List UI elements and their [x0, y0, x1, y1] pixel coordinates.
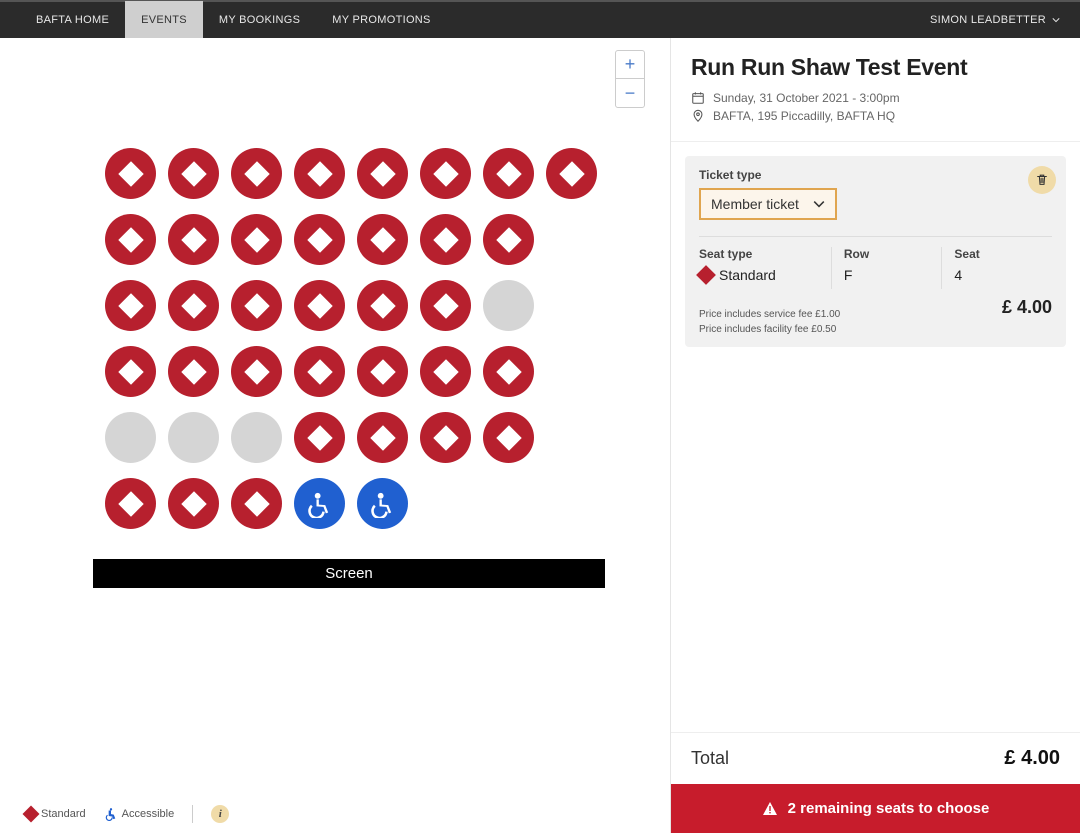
seat-standard[interactable]: [420, 346, 471, 397]
total-label: Total: [691, 748, 729, 769]
seat-standard[interactable]: [105, 214, 156, 265]
row-label: Row: [844, 247, 930, 261]
seat-unavailable[interactable]: [231, 412, 282, 463]
seat-standard[interactable]: [231, 346, 282, 397]
accessible-icon: [104, 807, 118, 821]
seat-unavailable[interactable]: [483, 280, 534, 331]
seat-standard[interactable]: [294, 412, 345, 463]
seat-standard[interactable]: [168, 280, 219, 331]
user-menu[interactable]: SIMON LEADBETTER: [930, 14, 1060, 26]
ticket-type-label: Ticket type: [699, 168, 1052, 182]
seat-standard[interactable]: [231, 478, 282, 529]
trash-icon: [1035, 173, 1049, 187]
seat-standard[interactable]: [231, 148, 282, 199]
seat-standard[interactable]: [546, 148, 597, 199]
seat-standard[interactable]: [483, 412, 534, 463]
seat-standard[interactable]: [105, 148, 156, 199]
seat-standard[interactable]: [420, 280, 471, 331]
seat-standard[interactable]: [420, 148, 471, 199]
nav-events[interactable]: EVENTS: [125, 1, 203, 39]
seat-standard[interactable]: [294, 280, 345, 331]
location-icon: [691, 109, 705, 123]
nav-my-promotions[interactable]: MY PROMOTIONS: [316, 1, 446, 39]
row-value: F: [844, 267, 930, 283]
seat-standard[interactable]: [168, 478, 219, 529]
zoom-out-button[interactable]: −: [616, 79, 644, 107]
seat-standard[interactable]: [105, 346, 156, 397]
seat-standard[interactable]: [294, 148, 345, 199]
seat-standard[interactable]: [294, 346, 345, 397]
seat-standard[interactable]: [168, 214, 219, 265]
event-date: Sunday, 31 October 2021 - 3:00pm: [713, 91, 900, 105]
seat-unavailable[interactable]: [105, 412, 156, 463]
seat-standard[interactable]: [357, 412, 408, 463]
legend: Standard Accessible i: [25, 805, 229, 823]
seat-standard[interactable]: [357, 148, 408, 199]
remaining-seats-banner[interactable]: 2 remaining seats to choose: [671, 784, 1080, 833]
calendar-icon: [691, 91, 705, 105]
event-header: Run Run Shaw Test Event Sunday, 31 Octob…: [671, 38, 1080, 142]
top-nav: BAFTA HOME EVENTS MY BOOKINGS MY PROMOTI…: [0, 0, 1080, 38]
seat-standard[interactable]: [168, 346, 219, 397]
ticket-card: Ticket type Member ticket Seat type Stan…: [685, 156, 1066, 347]
delete-ticket-button[interactable]: [1028, 166, 1056, 194]
total-bar: Total £ 4.00: [671, 732, 1080, 784]
seat-unavailable[interactable]: [168, 412, 219, 463]
seat-map: Screen: [0, 38, 670, 588]
warning-icon: [762, 801, 778, 817]
seat-standard[interactable]: [420, 412, 471, 463]
nav-bafta-home[interactable]: BAFTA HOME: [20, 1, 125, 39]
zoom-controls: + −: [615, 50, 645, 108]
seat-standard[interactable]: [168, 148, 219, 199]
standard-icon: [23, 806, 40, 823]
seat-standard[interactable]: [231, 214, 282, 265]
seat-accessible[interactable]: [357, 478, 408, 529]
seat-standard[interactable]: [105, 280, 156, 331]
seat-label: Seat: [954, 247, 1040, 261]
user-name: SIMON LEADBETTER: [930, 14, 1046, 26]
seat-type-label: Seat type: [699, 247, 819, 261]
seat-standard[interactable]: [105, 478, 156, 529]
event-venue: BAFTA, 195 Piccadilly, BAFTA HQ: [713, 109, 895, 123]
seat-standard[interactable]: [483, 214, 534, 265]
ticket-price: £ 4.00: [1002, 297, 1052, 318]
screen-label: Screen: [93, 559, 605, 588]
fee-note-1: Price includes service fee £1.00: [699, 307, 840, 322]
fee-note-2: Price includes facility fee £0.50: [699, 322, 840, 337]
nav-my-bookings[interactable]: MY BOOKINGS: [203, 1, 316, 39]
seat-standard[interactable]: [294, 214, 345, 265]
seat-standard[interactable]: [357, 214, 408, 265]
total-value: £ 4.00: [1004, 747, 1060, 770]
seat-accessible[interactable]: [294, 478, 345, 529]
seat-standard[interactable]: [231, 280, 282, 331]
seat-standard[interactable]: [483, 346, 534, 397]
seat-standard[interactable]: [483, 148, 534, 199]
seat-standard[interactable]: [357, 346, 408, 397]
standard-icon: [696, 265, 716, 285]
event-title: Run Run Shaw Test Event: [691, 54, 1060, 81]
info-icon[interactable]: i: [211, 805, 229, 823]
zoom-in-button[interactable]: +: [616, 51, 644, 79]
seat-standard[interactable]: [357, 280, 408, 331]
chevron-down-icon: [1052, 16, 1060, 24]
ticket-type-select[interactable]: Member ticket: [699, 188, 837, 220]
seat-value: 4: [954, 267, 1040, 283]
seat-standard[interactable]: [420, 214, 471, 265]
chevron-down-icon: [813, 198, 825, 210]
